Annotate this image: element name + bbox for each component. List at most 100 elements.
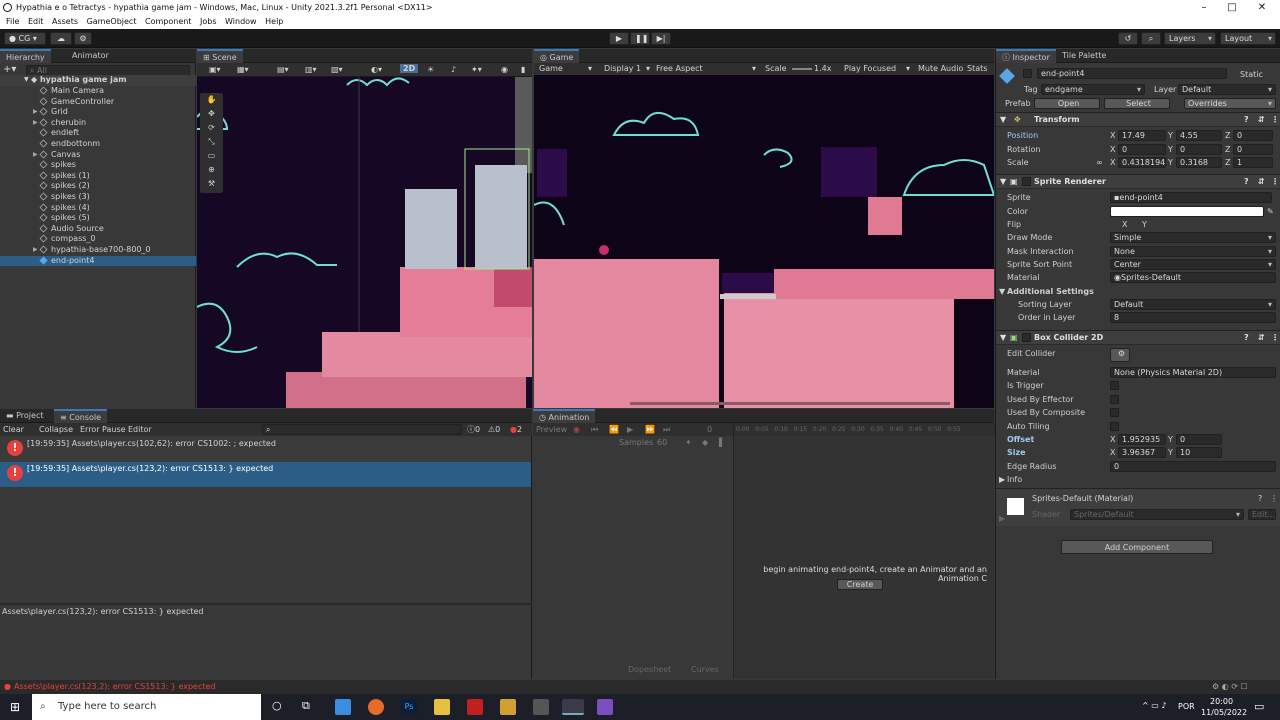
edge-radius-field[interactable]: 0 (1110, 461, 1276, 472)
size-x-field[interactable]: 3.96367 (1118, 447, 1166, 458)
menu-gameobject[interactable]: GameObject (87, 17, 137, 26)
hierarchy-item[interactable]: Main Camera (0, 86, 196, 97)
snap-icon[interactable]: ▥▾ (305, 65, 317, 74)
dopesheet-tab[interactable]: Dopesheet (628, 665, 671, 674)
scale-slider[interactable] (792, 68, 812, 70)
play-icon[interactable]: ▶ (627, 423, 633, 436)
expand-arrow-icon[interactable]: ▶ (33, 150, 38, 161)
audio-icon[interactable]: ♪ (451, 65, 456, 74)
aspect-dropdown[interactable]: Free Aspect (656, 63, 703, 75)
sort-point-dropdown[interactable]: Center (1110, 259, 1276, 270)
menu-help[interactable]: Help (265, 17, 283, 26)
file-explorer-icon[interactable] (434, 699, 450, 715)
hierarchy-item[interactable]: spikes (0, 160, 196, 171)
hierarchy-item[interactable]: ▶ Grid (0, 107, 196, 118)
rotate-tool-icon[interactable]: ⟳ (200, 121, 223, 135)
eyedropper-icon[interactable]: ✎ (1267, 205, 1274, 218)
first-frame-icon[interactable]: ⏮ (591, 423, 598, 436)
position-x-field[interactable]: 17.49 (1118, 130, 1166, 141)
offset-x-field[interactable]: 1.952935 (1118, 434, 1166, 445)
size-y-field[interactable]: 10 (1176, 447, 1222, 458)
hierarchy-item[interactable]: endleft (0, 128, 196, 139)
rotation-x-field[interactable]: 0 (1118, 144, 1166, 155)
additional-settings-row[interactable]: ▼ Additional Settings (996, 285, 1280, 298)
step-button[interactable]: ▶| (651, 32, 671, 45)
preset-icon[interactable]: ⇵ (1258, 113, 1265, 127)
account-dropdown[interactable]: ● CG ▾ (4, 32, 46, 45)
error-pause-button[interactable]: Error Pause (80, 423, 126, 436)
hand-tool-icon[interactable]: ✋ (200, 93, 223, 107)
hierarchy-item[interactable]: ▶ cherubin (0, 118, 196, 129)
draw-mode-icon[interactable]: ▣▾ (209, 65, 221, 74)
menu-jobs[interactable]: Jobs (200, 17, 217, 26)
effector-checkbox[interactable] (1110, 395, 1119, 404)
next-frame-icon[interactable]: ⏩ (645, 423, 655, 436)
transform-header[interactable]: ▼ ✥ Transform ? ⇵ ⋮ (996, 112, 1280, 127)
more-icon[interactable]: ⋮ (1270, 494, 1278, 503)
timeline-ruler[interactable]: 0:00 0:05 0:10 0:15 0:20 0:25 0:30 0:35 0:40 0:45… (734, 423, 995, 436)
clock-time[interactable]: 20:00 (1210, 697, 1233, 706)
clear-button[interactable]: Clear (3, 423, 24, 436)
error-count[interactable]: ●2 (510, 423, 522, 436)
rotation-y-field[interactable]: 0 (1176, 144, 1222, 155)
menu-file[interactable]: File (6, 17, 19, 26)
hierarchy-item[interactable]: spikes (5) (0, 213, 196, 224)
hierarchy-item[interactable]: Audio Source (0, 224, 196, 235)
language-indicator[interactable]: POR (1178, 702, 1195, 711)
collab-button[interactable]: ⚙ (74, 32, 92, 45)
layout-dropdown[interactable]: Layout (1220, 32, 1276, 45)
mail-icon[interactable] (335, 699, 351, 715)
edit-collider-button[interactable]: ⚙ (1110, 348, 1130, 362)
stats-button[interactable]: Stats (967, 63, 987, 75)
lighting-icon[interactable]: ☀ (427, 65, 434, 74)
position-z-field[interactable]: 0 (1233, 130, 1273, 141)
notification-icon[interactable]: ▭ (1254, 700, 1264, 713)
clock-date[interactable]: 11/05/2022 (1201, 708, 1247, 717)
expand-arrow-icon[interactable]: ▶ (33, 118, 38, 129)
offset-y-field[interactable]: 0 (1176, 434, 1222, 445)
help-icon[interactable]: ? (1244, 331, 1249, 345)
menu-component[interactable]: Component (145, 17, 191, 26)
shading-icon[interactable]: ◐▾ (371, 65, 382, 74)
help-icon[interactable]: ? (1258, 494, 1262, 503)
draw-mode-dropdown[interactable]: Simple (1110, 232, 1276, 243)
box-collider-enabled-checkbox[interactable] (1022, 333, 1031, 342)
hierarchy-item[interactable]: spikes (4) (0, 203, 196, 214)
sprite-renderer-enabled-checkbox[interactable] (1022, 177, 1031, 186)
create-animation-button[interactable]: Create (837, 579, 883, 590)
shader-dropdown[interactable]: Sprites/Default (1070, 509, 1244, 520)
preset-icon[interactable]: ⇵ (1258, 175, 1265, 189)
prev-frame-icon[interactable]: ⏪ (609, 423, 619, 436)
effects-icon[interactable]: ✦▾ (471, 65, 482, 74)
curves-tab[interactable]: Curves (691, 665, 719, 674)
grid-icon[interactable]: ▤▾ (277, 65, 289, 74)
scale-z-field[interactable]: 1 (1233, 157, 1273, 168)
scale-x-field[interactable]: 0.4318194 (1118, 157, 1166, 168)
position-y-field[interactable]: 4.55 (1176, 130, 1222, 141)
console-search-input[interactable]: ⌕ (262, 424, 462, 435)
auto-tiling-checkbox[interactable] (1110, 422, 1119, 431)
flip-x-checkbox[interactable]: X (1122, 218, 1127, 231)
play-focused-dropdown[interactable]: Play Focused (844, 63, 896, 75)
order-field[interactable]: 8 (1110, 312, 1276, 323)
console-message[interactable]: ! [19:59:35] Assets\player.cs(102,62): e… (0, 437, 531, 462)
history-button[interactable]: ↺ (1118, 32, 1138, 45)
gizmos-icon[interactable]: ▮ (521, 65, 525, 74)
tab-inspector[interactable]: ⓘ Inspector (996, 49, 1056, 63)
hierarchy-item[interactable]: GameController (0, 97, 196, 108)
preview-button[interactable]: Preview (536, 423, 567, 436)
hierarchy-item[interactable]: ▶ Canvas (0, 150, 196, 161)
sprite-field[interactable]: ▪end-point4 (1110, 192, 1272, 203)
play-button[interactable]: ▶ (609, 32, 629, 45)
is-trigger-checkbox[interactable] (1110, 381, 1119, 390)
color-swatch[interactable] (1110, 206, 1264, 217)
add-icon[interactable]: +▾ (3, 64, 16, 75)
scale-tool-icon[interactable]: ⤡ (200, 135, 223, 149)
windows-start-icon[interactable]: ⊞ (10, 700, 20, 714)
system-tray-icon[interactable]: ^ ▭ ♪ (1142, 701, 1166, 710)
cortana-icon[interactable]: ○ (272, 699, 282, 712)
menu-assets[interactable]: Assets (52, 17, 78, 26)
console-divider[interactable] (0, 603, 532, 605)
app-icon[interactable] (467, 699, 483, 715)
rotation-z-field[interactable]: 0 (1233, 144, 1273, 155)
